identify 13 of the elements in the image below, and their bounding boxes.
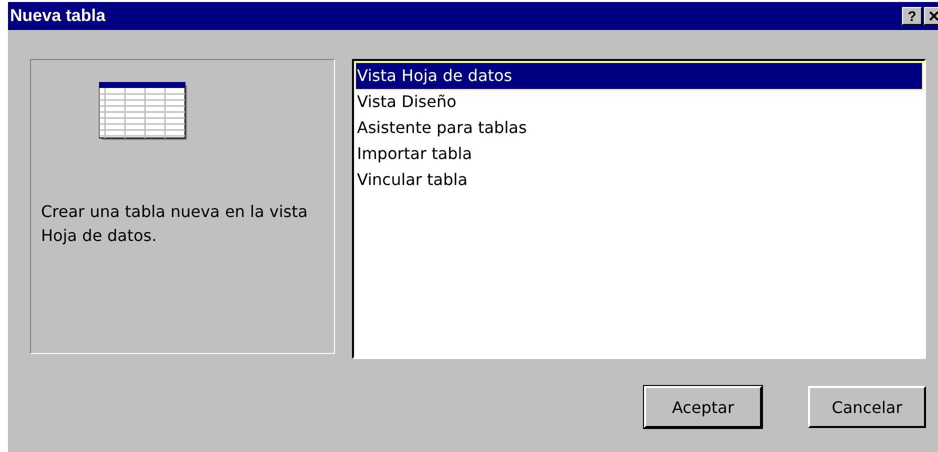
list-item[interactable]: Vista Diseño <box>356 89 922 115</box>
list-item[interactable]: Importar tabla <box>356 141 922 167</box>
description-text: Crear una tabla nueva en la vista Hoja de datos. <box>40 201 309 247</box>
close-button[interactable] <box>924 7 938 25</box>
list-item[interactable]: Asistente para tablas <box>356 115 922 141</box>
list-item[interactable]: Vincular tabla <box>356 167 922 193</box>
cancel-button[interactable]: Cancelar <box>808 386 926 428</box>
table-icon <box>98 82 186 140</box>
accept-button[interactable]: Aceptar <box>644 386 762 428</box>
help-button[interactable]: ? <box>902 7 922 25</box>
close-icon <box>929 11 938 21</box>
list-item[interactable]: Vista Hoja de datos <box>356 63 922 89</box>
window-title: Nueva tabla <box>10 6 106 26</box>
